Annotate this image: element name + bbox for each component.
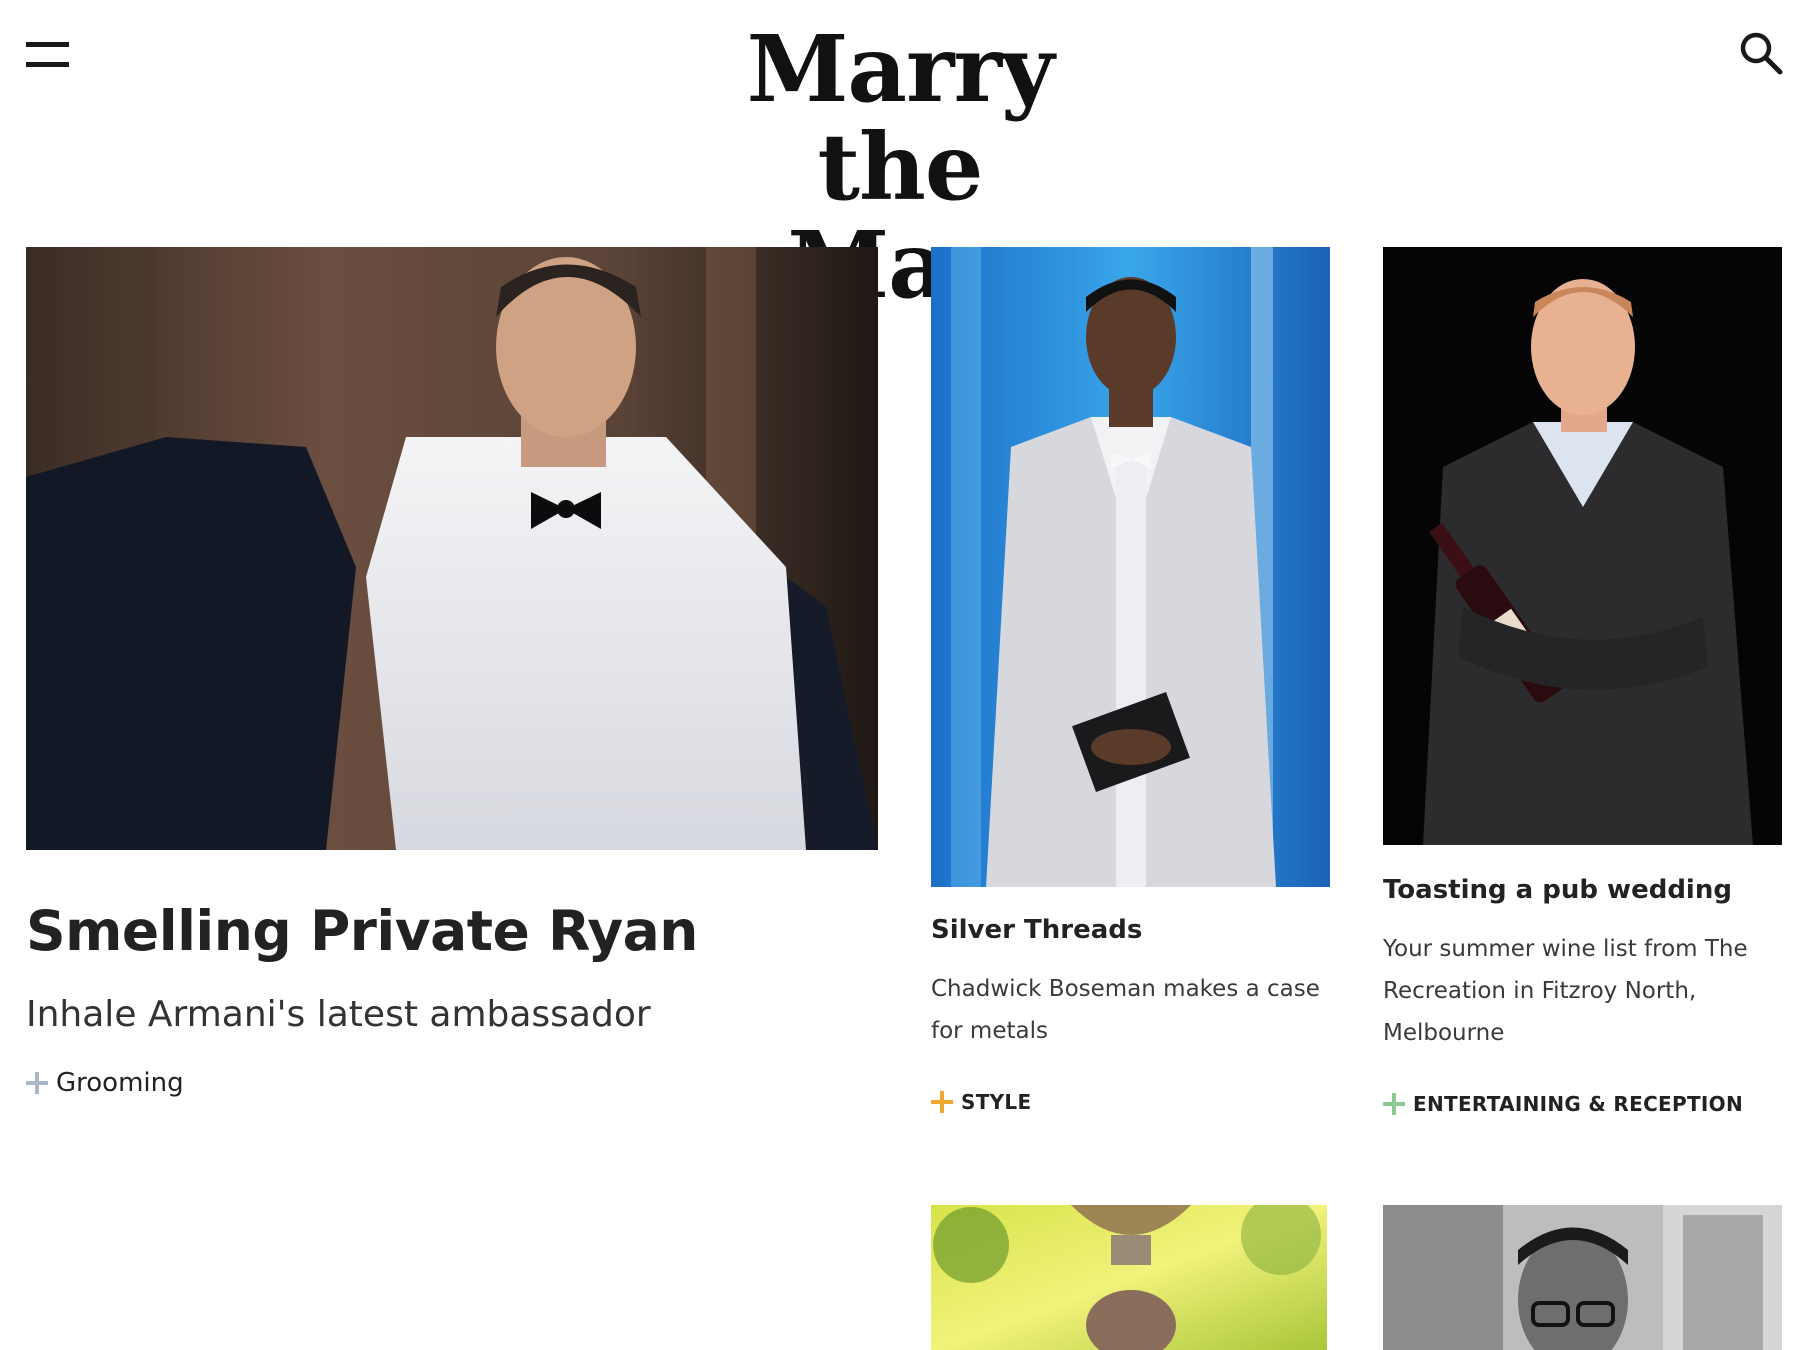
- site-logo[interactable]: Marry the Man: [690, 15, 1110, 314]
- card-image-silver-threads[interactable]: [931, 247, 1330, 887]
- feature-category-tag[interactable]: Grooming: [26, 1068, 184, 1098]
- tag-label: Grooming: [56, 1068, 184, 1098]
- hamburger-menu-icon[interactable]: [26, 40, 69, 70]
- feature-subtitle: Inhale Armani's latest ambassador: [26, 994, 651, 1035]
- card-title-toasting-pub-wedding[interactable]: Toasting a pub wedding: [1383, 872, 1782, 908]
- card-category-tag-style[interactable]: STYLE: [931, 1090, 1031, 1114]
- card-image-toasting-pub-wedding[interactable]: [1383, 247, 1782, 845]
- card-title-silver-threads[interactable]: Silver Threads: [931, 912, 1330, 948]
- card-description-toasting-pub-wedding: Your summer wine list from The Recreatio…: [1383, 936, 1748, 1046]
- plus-icon: [1383, 1093, 1405, 1115]
- search-icon[interactable]: [1738, 30, 1784, 76]
- feature-title[interactable]: Smelling Private Ryan: [26, 896, 866, 966]
- feature-image[interactable]: [26, 247, 878, 850]
- card-image-garden[interactable]: [931, 1205, 1327, 1350]
- plus-icon: [26, 1072, 48, 1094]
- plus-icon: [931, 1091, 953, 1113]
- tag-label: STYLE: [961, 1090, 1032, 1114]
- logo-line-1: Marry: [746, 15, 1055, 123]
- card-category-tag-entertaining[interactable]: ENTERTAINING & RECEPTION: [1383, 1092, 1743, 1116]
- card-description-silver-threads: Chadwick Boseman makes a case for metals: [931, 976, 1320, 1044]
- card-image-man-glasses[interactable]: [1383, 1205, 1782, 1350]
- page: Marry the Man Smelling Private Ryan Inha…: [0, 0, 1800, 1350]
- tag-label: ENTERTAINING & RECEPTION: [1413, 1092, 1744, 1116]
